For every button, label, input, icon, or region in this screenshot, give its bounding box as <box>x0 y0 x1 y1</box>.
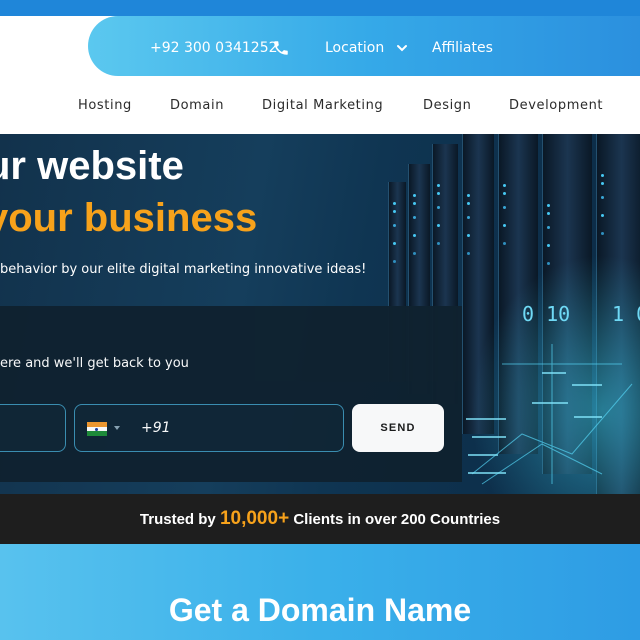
hero-section: 0 10 1 0 ur website your business behavi… <box>0 134 640 494</box>
nav-item-domain[interactable]: Domain <box>170 98 224 113</box>
trusted-count: 10,000+ <box>219 508 290 529</box>
math-overlay-graphic <box>466 344 633 485</box>
location-dropdown[interactable]: Location <box>325 38 384 58</box>
affiliates-link[interactable]: Affiliates <box>432 38 493 58</box>
main-nav: Hosting Domain Digital Marketing Design … <box>0 76 640 134</box>
nav-item-hosting[interactable]: Hosting <box>78 98 132 113</box>
phone-icon[interactable] <box>272 38 290 58</box>
trusted-bar: Trusted by 10,000+ Clients in over 200 C… <box>0 494 640 544</box>
nav-item-design[interactable]: Design <box>423 98 471 113</box>
trusted-text: Trusted by 10,000+ Clients in over 200 C… <box>0 508 640 530</box>
hero-title: ur website <box>0 144 184 188</box>
country-caret-icon[interactable] <box>114 426 120 430</box>
send-button[interactable]: SEND <box>352 404 444 452</box>
top-bar: +92 300 0341252 Location Affiliates <box>0 0 640 76</box>
phone-link[interactable]: +92 300 0341252 <box>150 38 278 58</box>
domain-section: Get a Domain Name <box>0 544 640 640</box>
domain-section-title: Get a Domain Name <box>168 592 472 628</box>
phone-prefix: +91 <box>141 420 171 436</box>
chevron-down-icon[interactable] <box>396 42 408 54</box>
binary-code-text: 1 0 <box>612 302 640 326</box>
name-input[interactable] <box>0 404 66 452</box>
form-prompt: ere and we'll get back to you <box>0 356 189 371</box>
binary-code-text: 0 10 <box>522 302 571 326</box>
hero-subtitle: behavior by our elite digital marketing … <box>0 262 367 277</box>
nav-item-digital-marketing[interactable]: Digital Marketing <box>262 98 383 113</box>
phone-input[interactable]: +91 <box>74 404 344 452</box>
india-flag-icon[interactable] <box>87 422 107 436</box>
nav-item-development[interactable]: Development <box>509 98 603 113</box>
hero-title-highlight: your business <box>0 196 258 240</box>
trusted-prefix: Trusted by <box>139 511 220 528</box>
trusted-suffix: Clients in over 200 Countries <box>289 511 501 528</box>
contact-form-panel: ere and we'll get back to you +91 SEND <box>0 306 462 482</box>
